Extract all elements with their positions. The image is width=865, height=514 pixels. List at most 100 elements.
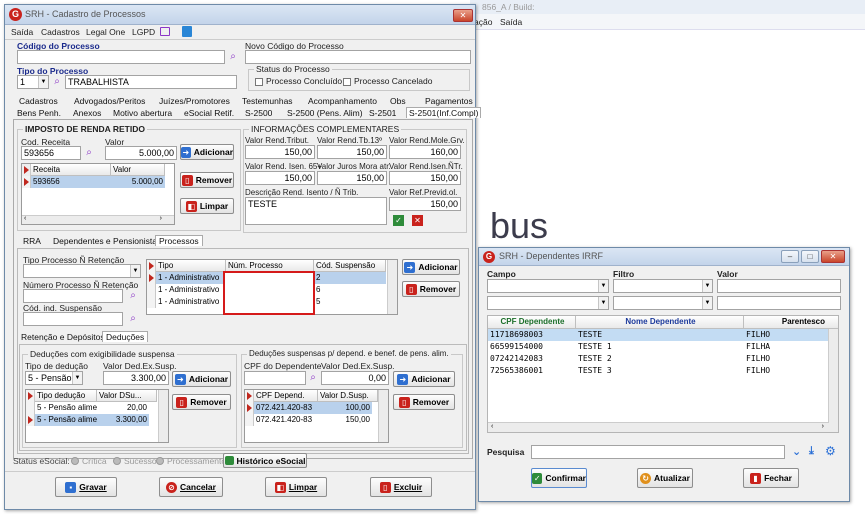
table-cell[interactable]: TESTE 3: [576, 365, 744, 377]
menu-legal-one[interactable]: Legal One: [86, 27, 125, 37]
grid-header[interactable]: Receita: [31, 164, 111, 176]
remover-processo-button[interactable]: ▯ Remover: [402, 281, 460, 297]
tab-esocial-retif[interactable]: eSocial Retif.: [184, 108, 234, 118]
campo-select-2[interactable]: ▼: [487, 296, 609, 310]
table-cell[interactable]: 72565386001: [488, 365, 576, 377]
table-cell[interactable]: 593656: [31, 176, 111, 188]
table-cell[interactable]: FILHO: [744, 353, 829, 365]
checkbox-icon[interactable]: [255, 77, 263, 86]
minimize-button[interactable]: –: [781, 250, 799, 263]
rend-isen-65-input[interactable]: 150,00: [245, 171, 315, 185]
pesquisa-input[interactable]: [531, 445, 785, 459]
gravar-button[interactable]: ▪ Gravar: [55, 477, 117, 497]
processo-cancelado-checkbox[interactable]: Processo Cancelado: [343, 76, 432, 86]
grid-header[interactable]: Tipo dedução: [35, 390, 97, 402]
cod-susp-input[interactable]: [23, 312, 123, 326]
codigo-processo-input[interactable]: [17, 50, 225, 64]
grid-header[interactable]: Tipo: [156, 260, 226, 272]
grid-header[interactable]: CPF Depend.: [254, 390, 318, 402]
search-icon[interactable]: ⌕: [127, 290, 139, 302]
table-cell[interactable]: 5.000,00: [111, 176, 165, 188]
prev-input[interactable]: 150,00: [389, 197, 461, 211]
tab-pagamentos[interactable]: Pagamentos: [425, 96, 473, 106]
subtab-retencao[interactable]: Retenção e Depósitos: [21, 332, 105, 342]
table-cell[interactable]: 150,00: [318, 414, 372, 426]
dropdown-icon[interactable]: ▼: [598, 297, 608, 309]
dropdown-icon[interactable]: ▼: [130, 265, 140, 277]
num-proc-input[interactable]: [23, 289, 123, 303]
novo-codigo-input[interactable]: [245, 50, 471, 64]
remover-dependente-button[interactable]: ▯ Remover: [393, 394, 455, 410]
grid-header[interactable]: Valor: [111, 164, 165, 176]
dialog-close-button[interactable]: ✕: [821, 250, 845, 263]
valor-input-1[interactable]: [717, 279, 841, 293]
remover-deducao-button[interactable]: ▯ Remover: [172, 394, 231, 410]
adicionar-processo-button[interactable]: ➜ Adicionar: [402, 259, 460, 275]
search-icon[interactable]: ⌕: [83, 147, 95, 159]
cancelar-button[interactable]: ⊘ Cancelar: [159, 477, 223, 497]
cpf-dep-input[interactable]: [244, 371, 306, 385]
tab-s2501-inf-compl[interactable]: S-2501(Inf.Compl): [406, 107, 482, 118]
rend-tribut-input[interactable]: 150,00: [245, 145, 315, 159]
horizontal-scrollbar[interactable]: ‹ ›: [488, 422, 838, 432]
monitor-icon[interactable]: [160, 27, 170, 36]
table-cell[interactable]: 66599154000: [488, 341, 576, 353]
remover-receita-button[interactable]: ▯ Remover: [180, 172, 234, 188]
table-cell[interactable]: FILHO: [744, 329, 829, 341]
vertical-scrollbar[interactable]: [378, 390, 388, 442]
filtro-select-1[interactable]: ▼: [613, 279, 713, 293]
desc-rend-textarea[interactable]: TESTE: [245, 197, 387, 225]
tab-obs[interactable]: Obs: [390, 96, 406, 106]
horizontal-scrollbar[interactable]: ‹ ›: [22, 215, 174, 224]
table-cell[interactable]: 5 - Pensão alimen...: [35, 414, 97, 426]
tipo-ded-select[interactable]: 5 - Pensão alimer▼: [25, 371, 83, 385]
dropdown-icon[interactable]: ▼: [72, 372, 82, 384]
tab-s2500-pens[interactable]: S-2500 (Pens. Alim): [287, 108, 363, 118]
tab-s2501[interactable]: S-2501: [369, 108, 396, 118]
limpar-receita-button[interactable]: ◧ Limpar: [180, 198, 234, 214]
fechar-button[interactable]: ▮ Fechar: [743, 468, 799, 488]
historico-esocial-button[interactable]: Histórico eSocial: [223, 453, 307, 468]
tab-anexos[interactable]: Anexos: [73, 108, 101, 118]
table-cell[interactable]: TESTE 1: [576, 341, 744, 353]
table-cell[interactable]: FILHO: [744, 365, 829, 377]
table-cell[interactable]: 11718698003: [488, 329, 576, 341]
menu-cadastros[interactable]: Cadastros: [41, 27, 80, 37]
table-cell[interactable]: 100,00: [318, 402, 372, 414]
campo-select-1[interactable]: ▼: [487, 279, 609, 293]
table-cell[interactable]: 2: [314, 272, 386, 284]
filtro-select-2[interactable]: ▼: [613, 296, 713, 310]
table-cell[interactable]: 5: [314, 296, 386, 308]
background-menu-saida[interactable]: Saída: [500, 17, 522, 27]
tab-acompanhamento[interactable]: Acompanhamento: [308, 96, 377, 106]
close-button[interactable]: ✕: [453, 9, 473, 22]
grid-header[interactable]: Valor DSu...: [97, 390, 157, 402]
cod-receita-input[interactable]: 593656: [21, 146, 81, 160]
table-cell[interactable]: 07242142083: [488, 353, 576, 365]
rend-mole-input[interactable]: 160,00: [389, 145, 461, 159]
column-header-cpf[interactable]: CPF Dependente: [488, 316, 576, 329]
vertical-scrollbar[interactable]: [828, 329, 838, 423]
subtab-rra[interactable]: RRA: [23, 236, 41, 246]
tab-advogados[interactable]: Advogados/Peritos: [74, 96, 145, 106]
atualizar-button[interactable]: ↻ Atualizar: [637, 468, 693, 488]
dropdown-icon[interactable]: ▼: [598, 280, 608, 292]
table-cell[interactable]: 20,00: [97, 402, 149, 414]
subtab-processos[interactable]: Processos: [155, 235, 203, 246]
tab-motivo-abertura[interactable]: Motivo abertura: [113, 108, 172, 118]
tab-testemunhas[interactable]: Testemunhas: [242, 96, 293, 106]
juros-mora-input[interactable]: 150,00: [317, 171, 387, 185]
menu-lgpd[interactable]: LGPD: [132, 27, 155, 37]
tab-juizes[interactable]: Juízes/Promotores: [159, 96, 230, 106]
background-menu-acao[interactable]: ação: [474, 17, 492, 27]
adicionar-receita-button[interactable]: ➜ Adicionar: [180, 144, 234, 160]
table-cell[interactable]: TESTE 2: [576, 353, 744, 365]
gear-icon[interactable]: ⚙: [825, 444, 836, 458]
vertical-scrollbar[interactable]: [387, 260, 397, 314]
cancel-x-icon[interactable]: ✕: [412, 215, 423, 226]
subtab-dependentes[interactable]: Dependentes e Pensionistas: [53, 236, 161, 246]
dropdown-icon[interactable]: ▼: [702, 280, 712, 292]
grid-header[interactable]: Cód. Suspensão: [314, 260, 386, 272]
dropdown-icon[interactable]: ▼: [38, 76, 48, 88]
limpar-button[interactable]: ◧ Limpar: [265, 477, 327, 497]
